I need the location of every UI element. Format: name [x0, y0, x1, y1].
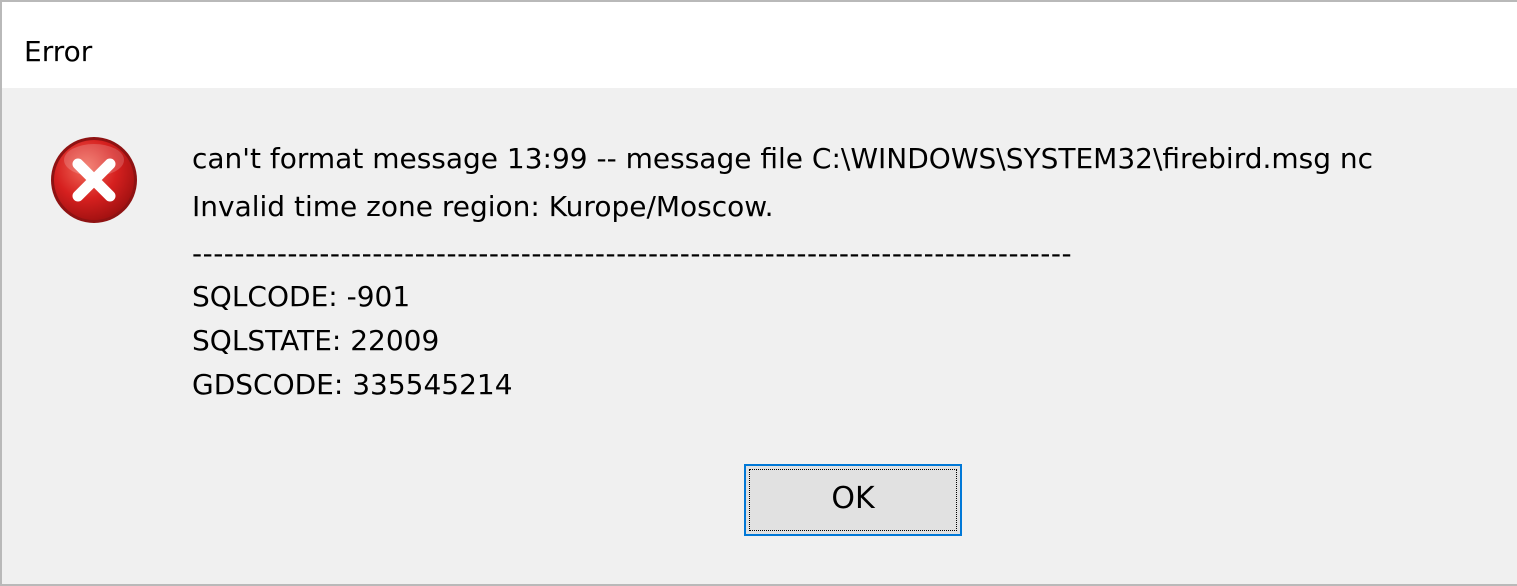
ok-button[interactable]: OK: [744, 464, 962, 536]
message-separator: ----------------------------------------…: [192, 237, 1073, 270]
sqlstate-text: SQLSTATE: 22009: [192, 324, 440, 357]
error-dialog: Error can't format message 13:99 -- mess…: [0, 0, 1517, 586]
sqlcode-text: SQLCODE: -901: [192, 280, 411, 313]
error-icon: [51, 137, 137, 223]
title-bar[interactable]: Error: [2, 2, 1517, 88]
ok-button-label: OK: [831, 481, 875, 516]
window-title: Error: [24, 35, 93, 68]
error-message-line-2: Invalid time zone region: Kurope/Moscow.: [192, 190, 774, 223]
gdscode-text: GDSCODE: 335545214: [192, 368, 513, 401]
error-message-line-1: can't format message 13:99 -- message fi…: [192, 142, 1374, 175]
